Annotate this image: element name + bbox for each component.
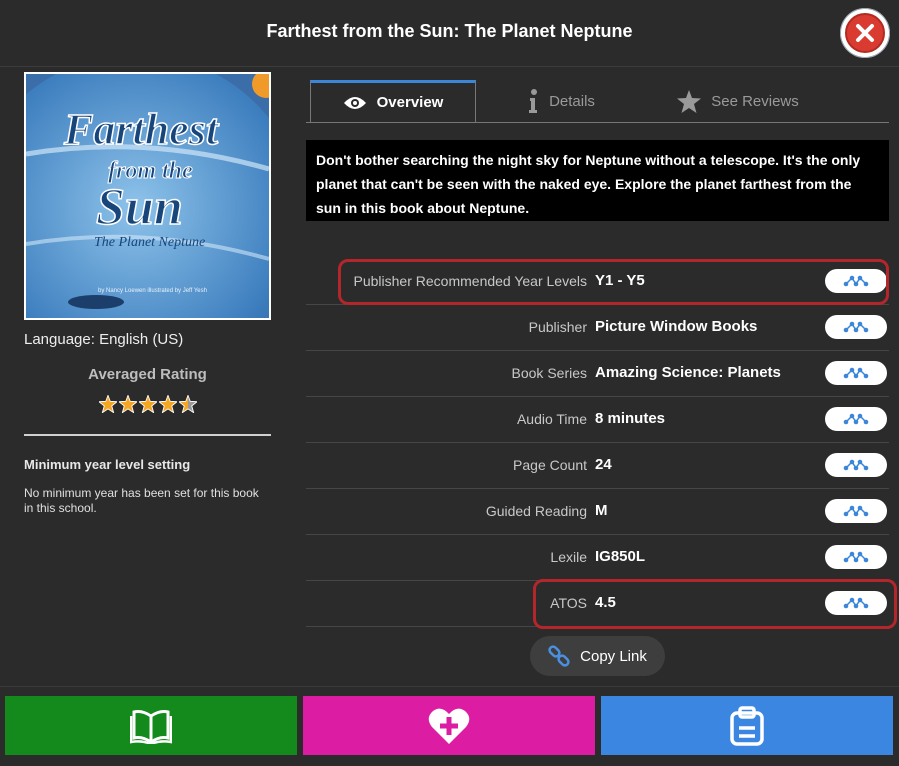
- network-icon: [843, 275, 869, 287]
- property-row: ATOS 4.5: [306, 580, 889, 627]
- tab-see-reviews[interactable]: See Reviews: [658, 80, 818, 122]
- rating-star-icon: [98, 395, 117, 413]
- book-description: Don't bother searching the night sky for…: [306, 140, 889, 221]
- network-icon: [843, 321, 869, 333]
- property-row: Page Count 24: [306, 442, 889, 489]
- divider: [24, 434, 271, 436]
- rating-stars: [24, 395, 271, 418]
- rating-star-icon: [138, 395, 157, 413]
- property-row: Book Series Amazing Science: Planets: [306, 350, 889, 397]
- property-label: Book Series: [511, 365, 587, 381]
- property-value: IG850L: [595, 548, 646, 565]
- network-icon: [843, 459, 869, 471]
- property-label: Lexile: [550, 549, 587, 565]
- property-label: Guided Reading: [485, 503, 587, 519]
- network-icon: [843, 413, 869, 425]
- rating-star-icon: [118, 395, 137, 413]
- cover-title-line3: Sun: [96, 179, 183, 236]
- find-similar-button[interactable]: [825, 269, 887, 293]
- property-value: Picture Window Books: [595, 318, 758, 335]
- star-icon: [677, 89, 702, 113]
- find-similar-button[interactable]: [825, 499, 887, 523]
- property-row: Publisher Recommended Year Levels Y1 - Y5: [306, 258, 889, 305]
- rating-star-icon: [158, 395, 177, 413]
- property-label: Audio Time: [516, 411, 587, 427]
- averaged-rating-title: Averaged Rating: [88, 366, 207, 383]
- read-book-button[interactable]: [5, 696, 297, 755]
- find-similar-button[interactable]: [825, 315, 887, 339]
- book-cover-image: Farthest from the Sun The Planet Neptune…: [24, 72, 271, 320]
- heart-plus-icon: [428, 708, 470, 744]
- cover-subtitle: The Planet Neptune: [94, 235, 205, 250]
- network-icon: [843, 367, 869, 379]
- book-title: Farthest from the Sun: The Planet Neptun…: [266, 21, 633, 41]
- rating-star-icon: [178, 395, 197, 413]
- copy-link-button[interactable]: Copy Link: [530, 636, 665, 676]
- tab-details[interactable]: Details: [506, 80, 616, 122]
- property-label: Publisher Recommended Year Levels: [353, 273, 587, 289]
- property-value: 24: [595, 456, 612, 473]
- close-icon: [845, 13, 885, 53]
- language-label: Language: English (US): [24, 331, 184, 348]
- tab-overview[interactable]: Overview: [310, 80, 476, 122]
- min-year-text: No minimum year has been set for this bo…: [24, 486, 259, 515]
- clipboard-icon: [730, 705, 764, 746]
- property-value: M: [595, 502, 608, 519]
- property-label: Page Count: [513, 457, 587, 473]
- tab-see-reviews-label: See Reviews: [711, 92, 799, 110]
- property-value: Y1 - Y5: [595, 272, 645, 289]
- find-similar-button[interactable]: [825, 361, 887, 385]
- tab-bar: Overview Details See Reviews: [306, 80, 889, 123]
- find-similar-button[interactable]: [825, 545, 887, 569]
- tab-overview-label: Overview: [376, 94, 444, 111]
- info-icon: [529, 89, 538, 113]
- add-favourite-button[interactable]: [303, 696, 595, 755]
- network-icon: [843, 597, 869, 609]
- copy-link-label: Copy Link: [580, 647, 647, 665]
- property-value: 8 minutes: [595, 410, 666, 427]
- find-similar-button[interactable]: [825, 453, 887, 477]
- cover-title-line1: Farthest: [63, 105, 220, 154]
- eye-icon: [343, 96, 366, 109]
- property-row: Lexile IG850L: [306, 534, 889, 581]
- network-icon: [843, 551, 869, 563]
- cover-credits: by Nancy Loewen illustrated by Jeff Yesh: [98, 288, 207, 294]
- property-value: Amazing Science: Planets: [595, 364, 781, 381]
- property-label: ATOS: [550, 595, 587, 611]
- property-row: Publisher Picture Window Books: [306, 304, 889, 351]
- open-book-icon: [130, 709, 172, 744]
- property-row: Audio Time 8 minutes: [306, 396, 889, 443]
- find-similar-button[interactable]: [825, 591, 887, 615]
- title-bar: Farthest from the Sun: The Planet Neptun…: [0, 0, 899, 67]
- property-value: 4.5: [595, 594, 616, 611]
- property-row: Guided Reading M: [306, 488, 889, 535]
- link-icon: [548, 645, 570, 667]
- assign-button[interactable]: [601, 696, 893, 755]
- network-icon: [843, 505, 869, 517]
- close-button[interactable]: [840, 8, 890, 58]
- property-label: Publisher: [528, 319, 587, 335]
- tab-details-label: Details: [549, 92, 595, 110]
- min-year-title: Minimum year level setting: [24, 457, 191, 472]
- find-similar-button[interactable]: [825, 407, 887, 431]
